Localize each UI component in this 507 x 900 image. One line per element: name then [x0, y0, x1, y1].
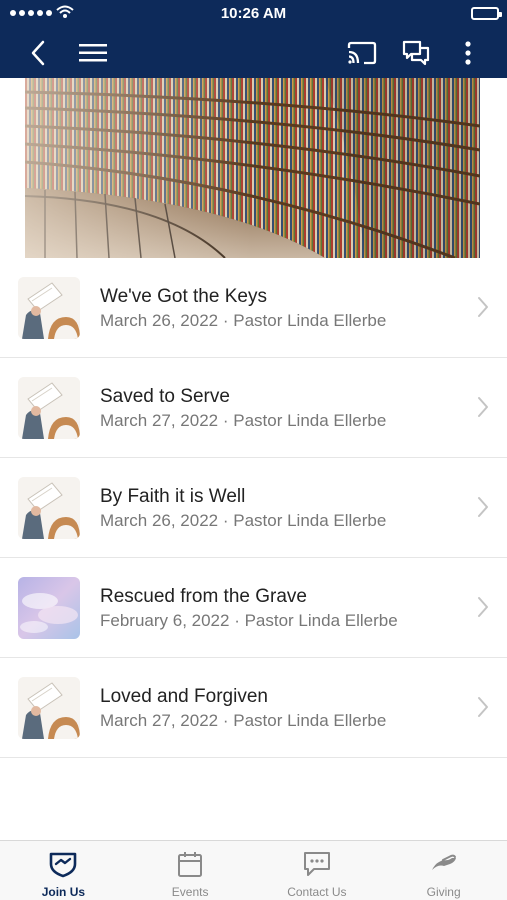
chevron-right-icon — [478, 297, 488, 317]
chat-icon — [402, 40, 430, 66]
list-item[interactable]: We've Got the Keys March 26, 2022 · Past… — [0, 258, 507, 358]
tab-label: Events — [171, 885, 209, 899]
sermon-thumbnail — [18, 677, 80, 739]
menu-button[interactable] — [74, 28, 112, 78]
hero-library-image — [25, 78, 480, 258]
chevron-right-icon — [478, 397, 488, 417]
sermon-thumbnail — [18, 477, 80, 539]
tab-join-us[interactable]: Join Us — [0, 841, 127, 900]
sermon-thumbnail — [18, 277, 80, 339]
battery-icon — [471, 7, 502, 20]
sermon-subtitle: February 6, 2022 · Pastor Linda Ellerbe — [100, 611, 398, 630]
chevron-right-icon — [478, 497, 488, 517]
tab-events[interactable]: Events — [127, 841, 254, 900]
tab-label: Giving — [426, 885, 461, 899]
list-item[interactable]: Rescued from the Grave February 6, 2022 … — [0, 558, 507, 658]
tab-contact-us[interactable]: Contact Us — [254, 841, 381, 900]
sermon-thumbnail — [18, 577, 80, 639]
join-us-icon — [50, 852, 77, 878]
tab-label: Join Us — [41, 885, 86, 899]
sermon-title: Saved to Serve — [100, 386, 230, 407]
tab-giving[interactable]: Giving — [380, 841, 507, 900]
sermon-thumbnail — [18, 377, 80, 439]
sermon-title: Rescued from the Grave — [100, 586, 307, 607]
list-item[interactable]: By Faith it is Well March 26, 2022 · Pas… — [0, 458, 507, 558]
sermon-subtitle: March 27, 2022 · Pastor Linda Ellerbe — [100, 411, 387, 430]
tab-label: Contact Us — [287, 885, 347, 899]
status-bar: 10:26 AM — [0, 0, 507, 28]
sermon-title: We've Got the Keys — [100, 286, 267, 307]
cast-button[interactable] — [342, 28, 382, 78]
cast-icon — [347, 41, 377, 65]
list-item[interactable]: Loved and Forgiven March 27, 2022 · Past… — [0, 658, 507, 758]
sermon-subtitle: March 26, 2022 · Pastor Linda Ellerbe — [100, 311, 387, 330]
chevron-right-icon — [478, 697, 488, 717]
calendar-icon — [178, 852, 203, 877]
tab-bar: Join Us Events Contact Us Giving — [0, 840, 507, 900]
sermon-list: We've Got the Keys March 26, 2022 · Past… — [0, 258, 507, 758]
message-icon — [303, 852, 330, 876]
hamburger-icon — [79, 44, 107, 62]
chevron-right-icon — [478, 597, 488, 617]
chat-button[interactable] — [396, 28, 436, 78]
sermon-subtitle: March 26, 2022 · Pastor Linda Ellerbe — [100, 511, 387, 530]
more-button[interactable] — [456, 28, 480, 78]
sermon-title: Loved and Forgiven — [100, 686, 268, 707]
nav-bar — [0, 28, 507, 78]
giving-icon — [431, 854, 456, 870]
sermon-title: By Faith it is Well — [100, 486, 246, 507]
more-vertical-icon — [465, 41, 471, 65]
list-item[interactable]: Saved to Serve March 27, 2022 · Pastor L… — [0, 358, 507, 458]
sermon-subtitle: March 27, 2022 · Pastor Linda Ellerbe — [100, 711, 387, 730]
chevron-left-icon — [31, 40, 45, 66]
back-button[interactable] — [20, 28, 56, 78]
status-time: 10:26 AM — [220, 5, 287, 22]
